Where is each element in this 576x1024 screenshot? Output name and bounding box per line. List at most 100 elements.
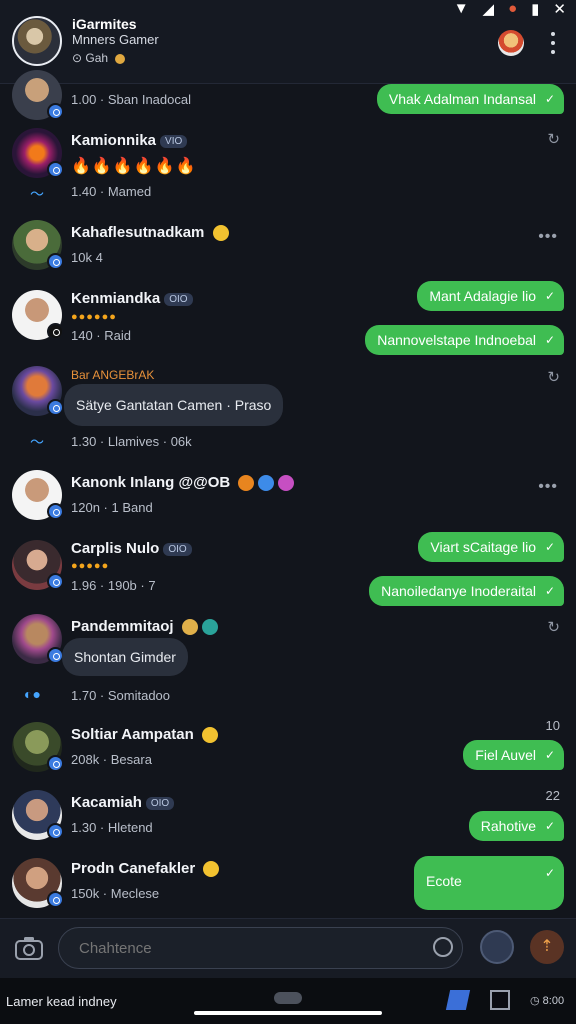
message-input[interactable] xyxy=(58,927,463,969)
app-shortcut-icon[interactable] xyxy=(445,990,471,1010)
outgoing-bubble[interactable]: Nanoiledanye Inoderaital ✓ xyxy=(369,576,564,606)
emoji-icon xyxy=(201,727,218,744)
camera-icon[interactable] xyxy=(14,935,44,961)
message-meta: 10k 4 xyxy=(71,250,103,265)
kebab-menu-icon[interactable] xyxy=(546,32,560,54)
outgoing-bubble[interactable]: Ecote ✓ xyxy=(414,856,564,910)
role-tag: OIO xyxy=(145,796,175,810)
contact-name[interactable]: Pandemmitaoj xyxy=(71,618,218,636)
check-icon: ✓ xyxy=(544,866,555,880)
emoji-reactions: 🔥🔥🔥🔥🔥🔥 xyxy=(71,158,197,175)
verified-badge-icon xyxy=(47,823,64,840)
emoji-picker-icon[interactable] xyxy=(433,937,453,957)
signal-icon: ◢ xyxy=(482,1,495,18)
profile-avatar[interactable] xyxy=(498,30,524,56)
battery-icon: ▮ xyxy=(531,1,540,18)
message-meta: 150k · Meclese xyxy=(71,886,160,901)
outgoing-bubble[interactable]: Vhak Adalman Indansal ✓ xyxy=(376,84,564,114)
emoji-icon xyxy=(181,619,198,636)
list-item: Kahaflesutnadkam 10k 4 ••• xyxy=(0,212,576,284)
avatar[interactable] xyxy=(12,128,64,178)
message-meta: 1.00 · Sban Inadocal xyxy=(71,92,191,107)
contact-name[interactable]: Soltiar Aampatan xyxy=(71,726,218,744)
avatar[interactable] xyxy=(12,858,64,908)
list-item: Prodn Canefakler 150k · Meclese Ecote ✓ xyxy=(0,854,576,918)
list-item: Kacamiah OIO 1.30 · Hletend 22 Rahotive ✓ xyxy=(0,784,576,854)
send-icon[interactable]: ⇡ xyxy=(530,930,564,964)
verified-badge-icon xyxy=(47,503,64,520)
avatar[interactable] xyxy=(12,790,64,840)
outgoing-bubble[interactable]: Mant Adalagie lio ✓ xyxy=(417,281,564,311)
sticker-icon[interactable] xyxy=(480,930,514,964)
contact-name[interactable]: Kahaflesutnadkam xyxy=(71,224,229,242)
link-icon[interactable]: ◐● xyxy=(24,686,41,702)
close-icon[interactable]: ✕ xyxy=(553,0,566,18)
status-emoji-icon xyxy=(115,53,126,64)
system-status-bar: ▼ ◢ ● ▮ ✕ xyxy=(454,0,566,18)
list-item: Kenmiandka OIO ●●●●●● 140 · Raid Mant Ada… xyxy=(0,281,576,360)
bubble-text: Ecote xyxy=(426,873,462,889)
group-title[interactable]: iGarmites xyxy=(72,16,137,32)
avatar[interactable] xyxy=(12,614,64,664)
wifi-icon: ▼ xyxy=(453,0,469,17)
emoji-icon xyxy=(278,475,295,492)
avatar[interactable] xyxy=(12,220,64,270)
message-meta: 1.30 · Hletend xyxy=(71,820,153,835)
retry-icon[interactable]: ↻ xyxy=(547,130,560,148)
verified-badge-icon xyxy=(47,103,64,120)
contact-name[interactable]: Kanonk Inlang @@OB xyxy=(71,474,295,492)
link-icon[interactable]: 〜 xyxy=(30,184,44,204)
avatar[interactable] xyxy=(12,366,64,416)
message-meta: 1.96 · 190b · 7 xyxy=(71,578,156,593)
avatar[interactable] xyxy=(12,470,64,520)
more-icon[interactable]: ••• xyxy=(538,228,558,246)
check-icon: ✓ xyxy=(544,540,555,554)
outgoing-bubble[interactable]: Rahotive ✓ xyxy=(468,811,564,841)
bubble-text: Mant Adalagie lio xyxy=(429,288,536,304)
incoming-bubble[interactable]: Sätye Gantatan Camen · Praso xyxy=(64,384,284,426)
avatar[interactable] xyxy=(12,290,64,340)
home-indicator[interactable] xyxy=(194,1011,382,1015)
message-meta: 120n · 1 Band xyxy=(71,500,153,515)
contact-name[interactable]: Kamionnika VIO xyxy=(71,132,188,149)
sender-title: Bar ANGEBrAK xyxy=(71,368,155,382)
contact-name[interactable]: Kenmiandka OIO xyxy=(71,290,193,307)
verified-badge-icon xyxy=(47,399,64,416)
avatar[interactable] xyxy=(12,540,64,590)
check-icon: ✓ xyxy=(544,333,555,347)
contact-name[interactable]: Kacamiah OIO xyxy=(71,794,175,811)
outgoing-bubble[interactable]: Nannovelstape Indnoebal ✓ xyxy=(365,325,564,355)
outgoing-bubble[interactable]: Fiel Auvel ✓ xyxy=(463,740,564,770)
emoji-icon xyxy=(203,861,220,878)
emoji-icon xyxy=(212,225,229,242)
verified-badge-icon xyxy=(47,323,64,340)
role-tag: OIO xyxy=(164,292,193,306)
incoming-bubble[interactable]: Shontan Gimder xyxy=(62,638,188,676)
contact-name[interactable]: Prodn Canefakler xyxy=(71,860,220,878)
list-item: Kamionnika VIO 🔥🔥🔥🔥🔥🔥 〜 1.40 · Mamed ↻ xyxy=(0,122,576,212)
avatar[interactable] xyxy=(12,70,64,120)
verified-badge-icon xyxy=(47,891,64,908)
group-avatar[interactable] xyxy=(12,16,62,66)
verified-badge-icon xyxy=(47,161,64,178)
role-tag: VIO xyxy=(160,134,188,148)
more-icon[interactable]: ••• xyxy=(538,478,558,496)
bubble-text: Nannovelstape Indnoebal xyxy=(377,332,536,348)
list-item: Kanonk Inlang @@OB 120n · 1 Band ••• xyxy=(0,464,576,534)
role-tag: OIO xyxy=(163,542,192,556)
cast-icon[interactable] xyxy=(490,990,510,1010)
nav-caption: Lamer kead indney xyxy=(6,994,117,1009)
list-item: Bar ANGEBrAK Sätye Gantatan Camen · Pras… xyxy=(0,362,576,462)
retry-icon[interactable]: ↻ xyxy=(547,618,560,636)
outgoing-bubble[interactable]: Viart sCaitage lio ✓ xyxy=(418,532,564,562)
status-label: Gah xyxy=(85,51,109,65)
message-time: 22 xyxy=(545,788,560,803)
recent-apps-pill[interactable] xyxy=(274,992,302,1004)
link-icon[interactable]: 〜 xyxy=(30,432,44,452)
contact-name[interactable]: Carplis Nulo OIO xyxy=(71,540,192,557)
message-meta: 1.40 · Mamed xyxy=(71,184,152,199)
list-item: Pandemmitaoj Shontan Gimder ◐● 1.70 · So… xyxy=(0,612,576,712)
retry-icon[interactable]: ↻ xyxy=(547,368,560,386)
check-icon: ✓ xyxy=(544,92,555,106)
avatar[interactable] xyxy=(12,722,64,772)
